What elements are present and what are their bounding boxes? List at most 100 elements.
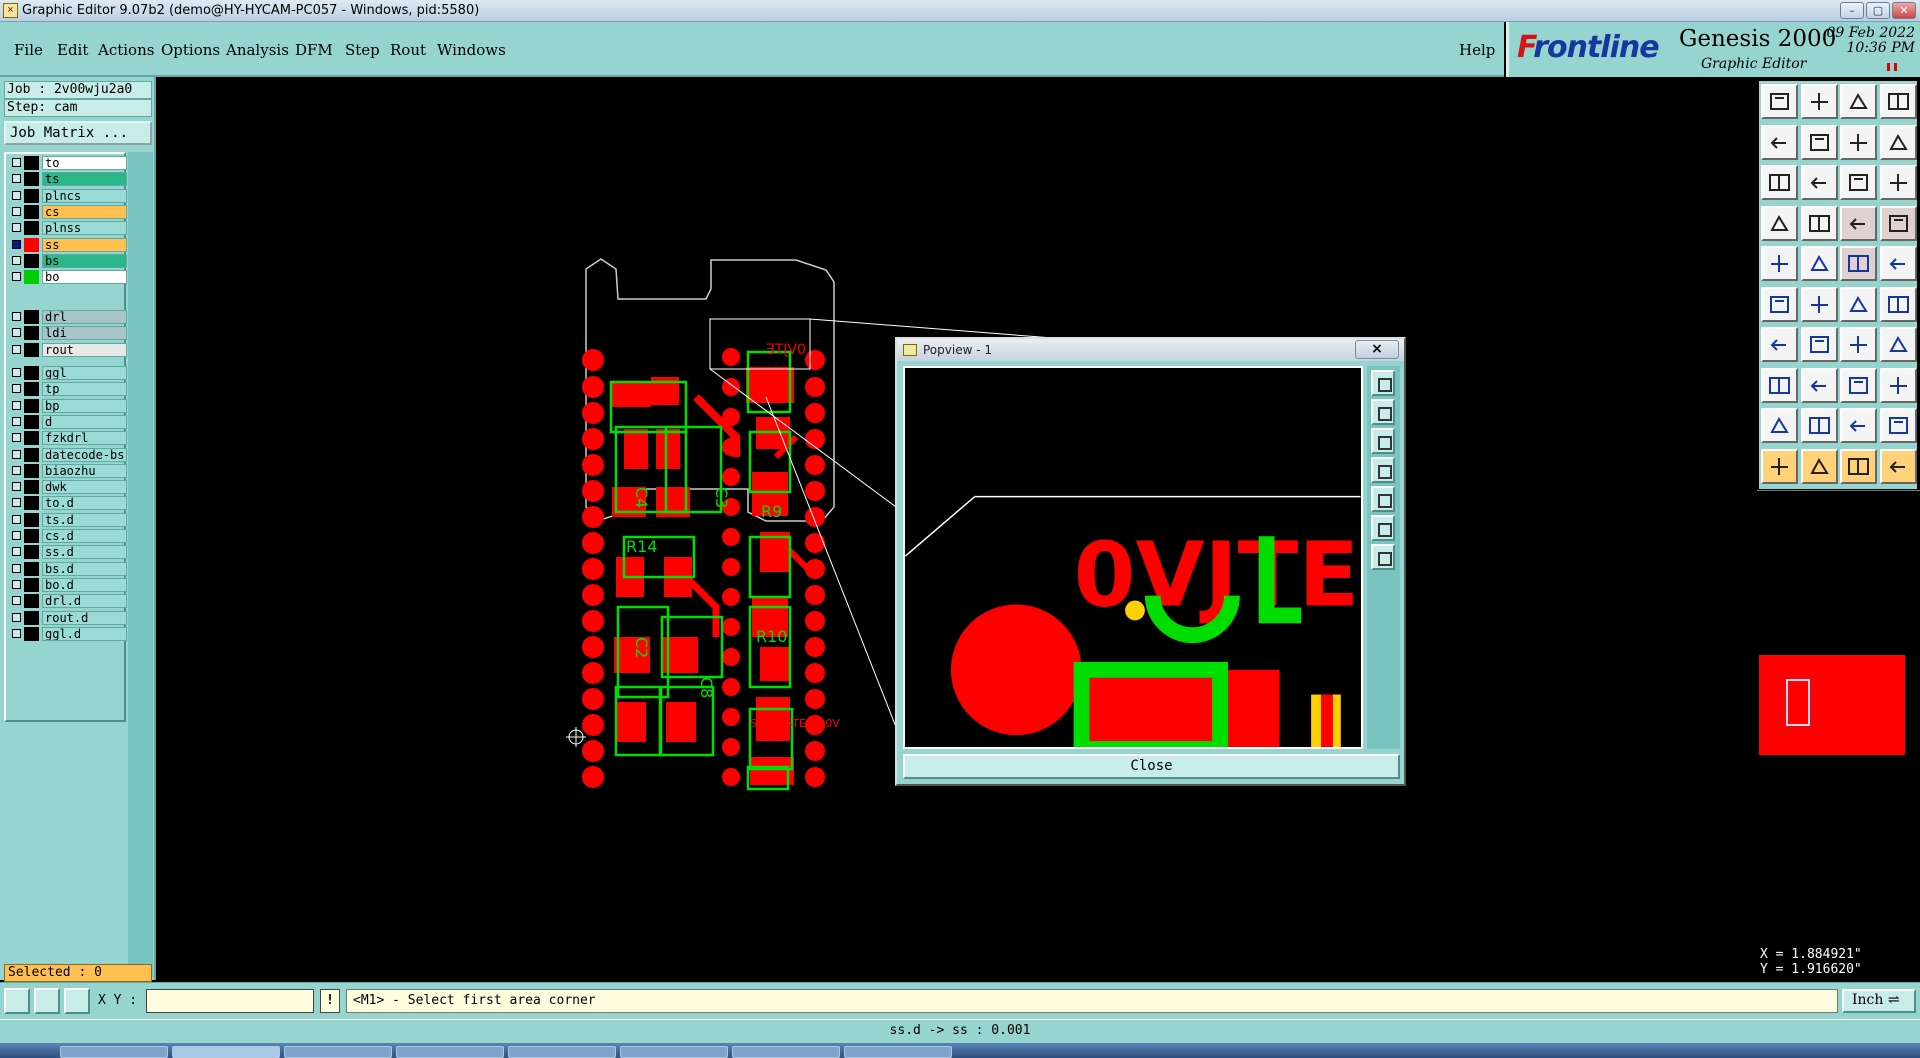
zoom-home-icon[interactable]: [1800, 165, 1838, 200]
layer-row-tp[interactable]: tp: [10, 382, 128, 397]
layer-name[interactable]: bp: [42, 398, 127, 413]
menu-analysis[interactable]: Analysis: [226, 41, 289, 59]
select-mode-icon[interactable]: [4, 988, 30, 1014]
layer-color-swatch[interactable]: [24, 366, 39, 380]
layer-checkbox[interactable]: [12, 272, 21, 282]
pointer3-icon[interactable]: [1840, 448, 1877, 484]
layer-row-ss[interactable]: ss: [10, 237, 128, 252]
layer-checkbox[interactable]: [12, 206, 21, 216]
taskbar-item[interactable]: [60, 1046, 168, 1058]
layer-row-ldi[interactable]: ldi: [10, 326, 128, 341]
layer-row-cs-d[interactable]: cs.d: [10, 529, 128, 543]
layer-name[interactable]: cs: [42, 204, 127, 219]
layer-row-bo-d[interactable]: bo.d: [10, 577, 128, 592]
rotate-icon[interactable]: [1761, 205, 1798, 241]
popview-close-button[interactable]: Close: [903, 754, 1400, 779]
execute-button[interactable]: !: [320, 989, 340, 1013]
layer-row-rout[interactable]: rout: [10, 342, 128, 357]
zoom-in-icon[interactable]: [1371, 370, 1395, 396]
layer-checkbox[interactable]: [12, 433, 21, 443]
layer-color-swatch[interactable]: [24, 512, 39, 527]
layer-name[interactable]: bs: [42, 253, 127, 268]
layer-row-bp[interactable]: bp: [10, 398, 128, 413]
layer-row-rout-d[interactable]: rout.d: [10, 610, 128, 625]
prev-icon[interactable]: [1761, 124, 1798, 160]
curve-icon[interactable]: [1840, 327, 1877, 362]
next-icon[interactable]: [1800, 124, 1838, 160]
layer-name[interactable]: ts: [42, 172, 127, 187]
taskbar-item[interactable]: [396, 1046, 504, 1058]
node-icon[interactable]: [1761, 286, 1798, 322]
layer-color-swatch[interactable]: [24, 398, 39, 413]
layer-row-drl-d[interactable]: drl.d: [10, 594, 128, 609]
units-toggle[interactable]: Inch ⇌: [1842, 989, 1916, 1013]
layer-checkbox[interactable]: [12, 239, 21, 249]
layer-color-swatch[interactable]: [24, 204, 39, 219]
layer-color-swatch[interactable]: [24, 253, 39, 268]
layer-color-swatch[interactable]: [24, 156, 39, 170]
layer-name[interactable]: rout: [42, 342, 127, 357]
layer-name[interactable]: ggl.d: [42, 626, 127, 641]
layer-color-swatch[interactable]: [24, 237, 39, 252]
layer-name[interactable]: bo: [42, 270, 127, 285]
layer-checkbox[interactable]: [12, 498, 21, 508]
layer-checkbox[interactable]: [12, 344, 21, 354]
bracket-icon[interactable]: [1840, 367, 1877, 403]
cross-icon[interactable]: [1800, 286, 1838, 322]
layer-row-drl[interactable]: drl: [10, 310, 128, 324]
redo-icon[interactable]: [1879, 124, 1917, 160]
home-icon[interactable]: [1840, 84, 1877, 119]
arc-icon[interactable]: [1879, 286, 1917, 322]
zoom-fit-icon[interactable]: [1761, 165, 1798, 200]
layer-color-swatch[interactable]: [24, 431, 39, 446]
taskbar-item[interactable]: [732, 1046, 840, 1058]
layer-checkbox[interactable]: [12, 579, 21, 589]
layer-row-bo[interactable]: bo: [10, 270, 128, 285]
close-window-button[interactable]: ✕: [1892, 2, 1916, 19]
layer-checkbox[interactable]: [12, 482, 21, 492]
layer-checkbox[interactable]: [12, 514, 21, 524]
save-icon[interactable]: [1800, 84, 1838, 119]
scale-icon[interactable]: [1840, 165, 1877, 200]
ruler-icon[interactable]: [1840, 246, 1877, 281]
help-icon[interactable]: [1879, 165, 1917, 200]
xy-input[interactable]: [146, 989, 314, 1013]
layer-checkbox[interactable]: [12, 628, 21, 638]
snap-mode-icon[interactable]: [34, 988, 60, 1014]
camera-icon[interactable]: [1761, 246, 1798, 281]
layer-name[interactable]: rout.d: [42, 610, 127, 625]
layer-name[interactable]: ts.d: [42, 512, 127, 527]
layer-row-plnss[interactable]: plnss: [10, 221, 128, 236]
layer-color-swatch[interactable]: [24, 342, 39, 357]
layer-name[interactable]: ldi: [42, 326, 127, 341]
layer-color-swatch[interactable]: [24, 463, 39, 478]
taskbar-item[interactable]: [844, 1046, 952, 1058]
layer-checkbox[interactable]: [12, 465, 21, 475]
layer-name[interactable]: dwk: [42, 480, 127, 495]
layer-color-swatch[interactable]: [24, 561, 39, 576]
pan-down-icon[interactable]: [1371, 428, 1395, 454]
menu-rout[interactable]: Rout: [390, 41, 426, 59]
layer-name[interactable]: d: [42, 414, 127, 429]
pointer-icon[interactable]: [1761, 448, 1798, 484]
layer-name[interactable]: plncs: [42, 188, 127, 203]
pan-right-icon[interactable]: [1371, 486, 1395, 512]
grid-icon[interactable]: [1800, 205, 1838, 241]
shape-icon[interactable]: [1761, 367, 1798, 403]
layer-row-plncs[interactable]: plncs: [10, 188, 128, 203]
layer-checkbox[interactable]: [12, 612, 21, 622]
layer-row-bs[interactable]: bs: [10, 253, 128, 268]
align-icon[interactable]: [1879, 327, 1917, 362]
layer-row-to[interactable]: to: [10, 156, 128, 170]
layer-checkbox[interactable]: [12, 328, 21, 338]
layer-row-to-d[interactable]: to.d: [10, 496, 128, 511]
layer-checkbox[interactable]: [12, 368, 21, 377]
layer-scroll-area[interactable]: [128, 152, 153, 977]
layer-color-swatch[interactable]: [24, 172, 39, 187]
measure-icon[interactable]: [1879, 205, 1917, 241]
layer-row-biaozhu[interactable]: biaozhu: [10, 463, 128, 478]
job-matrix-button[interactable]: Job Matrix ...: [4, 121, 152, 145]
layer-row-fzkdrl[interactable]: fzkdrl: [10, 431, 128, 446]
layer-name[interactable]: tp: [42, 382, 127, 397]
layer-color-swatch[interactable]: [24, 594, 39, 609]
